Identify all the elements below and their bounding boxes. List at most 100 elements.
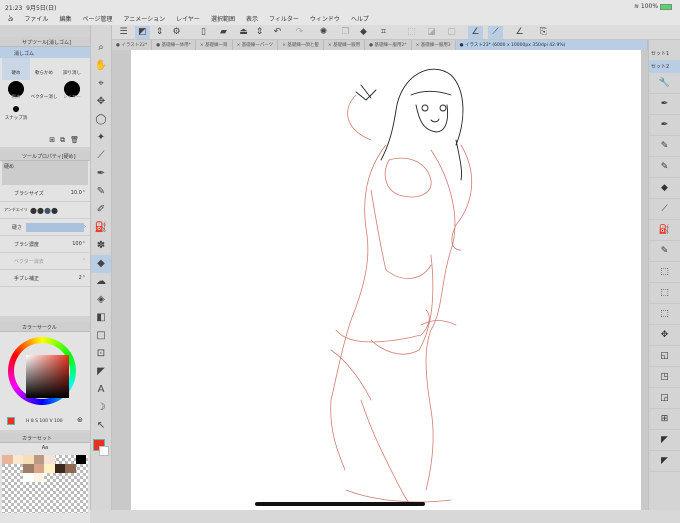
subtool-snap[interactable]: スナップ消	[2, 102, 30, 124]
hardness-row[interactable]: 硬さ ›	[0, 219, 90, 236]
subtool-hard[interactable]: 硬め	[2, 58, 30, 80]
brush-size-row[interactable]: ブラシサイズ 10.0 ⌃	[0, 185, 90, 202]
airbrush-tool-icon[interactable]: ⛽	[91, 219, 111, 237]
rect-select3-icon[interactable]: ⬚	[649, 304, 680, 325]
dropper-icon[interactable]: ⟋	[649, 199, 680, 220]
tab-face-hair[interactable]: × 基礎練一顔と髪	[278, 40, 324, 50]
stabilization-value[interactable]: 2	[79, 275, 82, 281]
magic-wand-icon[interactable]: ✦	[91, 129, 111, 147]
eraser-tool-icon[interactable]: ◆	[91, 255, 111, 273]
stroke-pen-icon[interactable]: ⟋	[488, 26, 503, 39]
copy-icon[interactable]: ❐	[338, 26, 353, 39]
fill-bucket-icon[interactable]: ◆	[649, 178, 680, 199]
tab-clothes3[interactable]: × 基礎練一服用3	[412, 40, 456, 50]
sub-color-chip[interactable]	[99, 446, 109, 456]
zoom-tool-icon[interactable]: ⌕	[91, 39, 111, 57]
tab-parts[interactable]: × 基礎練一パーツ	[233, 40, 279, 50]
right-set2-tab[interactable]: セット2	[649, 60, 680, 73]
menu-help[interactable]: ヘルプ	[351, 14, 369, 23]
airbrush-icon[interactable]: ⛽	[649, 220, 680, 241]
color-settings-icon[interactable]: ⊛	[77, 416, 83, 424]
ruler-icon[interactable]: ◤	[649, 430, 680, 451]
redo-icon[interactable]: ↷	[292, 26, 307, 39]
menu-filter[interactable]: フィルター	[269, 14, 299, 23]
value-value[interactable]: 100	[54, 419, 63, 424]
menu-animation[interactable]: アニメーション	[123, 14, 165, 23]
figure-tool-icon[interactable]: □	[91, 327, 111, 345]
pen2-icon[interactable]: ✒	[649, 115, 680, 136]
subtool-actions[interactable]: ⊞⧉🗑	[49, 136, 84, 145]
wrench-icon[interactable]: 🔧	[649, 73, 680, 94]
subtool-vector[interactable]: ベクター消し	[30, 80, 58, 102]
hand-tool-icon[interactable]: ✋	[91, 57, 111, 75]
mesh-icon[interactable]: ⊞	[649, 409, 680, 430]
hamburger-icon[interactable]: ☰	[116, 26, 131, 39]
deselect-icon[interactable]: ⬚	[404, 26, 419, 39]
lasso-tool-icon[interactable]: ◯	[91, 111, 111, 129]
export-icon[interactable]: ⎘	[536, 26, 551, 39]
tab-eyes[interactable]: × 基礎練一目	[196, 40, 233, 50]
canvas-area[interactable]	[112, 50, 648, 510]
subtool-group[interactable]: 消しゴム	[0, 47, 90, 58]
fill-icon[interactable]: ◆	[356, 26, 371, 39]
pen1-icon[interactable]: ✒	[649, 94, 680, 115]
rect-select-icon[interactable]: ⬚	[649, 262, 680, 283]
ruler-pen-icon[interactable]: ∠	[468, 26, 483, 39]
frame-tool-icon[interactable]: ⊡	[91, 345, 111, 363]
rect-select2-icon[interactable]: ⬚	[649, 283, 680, 304]
menu-layer[interactable]: レイヤー	[176, 14, 200, 23]
density-row[interactable]: ブラシ濃度 100 ⌃	[0, 236, 90, 253]
pen4-icon[interactable]: ✎	[649, 157, 680, 178]
undo-icon[interactable]: ↶	[270, 26, 285, 39]
menu-file[interactable]: ファイル	[24, 14, 48, 23]
blend-tool-icon[interactable]: ☁	[91, 273, 111, 291]
vector-erase-row[interactable]: ベクター消去 ⌃	[0, 253, 90, 270]
subtool-rough[interactable]: 粗め	[2, 80, 30, 102]
subtool-layer[interactable]: レイヤー	[58, 80, 86, 102]
pen3-icon[interactable]: ✎	[649, 136, 680, 157]
new-file-icon[interactable]: ▯	[196, 26, 211, 39]
home-indicator[interactable]	[255, 502, 425, 506]
density-value[interactable]: 100	[72, 241, 82, 247]
fill-tool-icon[interactable]: ◈	[91, 291, 111, 309]
invert-selection-icon[interactable]: ◪	[424, 26, 439, 39]
saturation-value[interactable]: 100	[39, 419, 48, 424]
ruler2-icon[interactable]: ◤	[649, 451, 680, 472]
crop-icon[interactable]: ⌗	[376, 26, 391, 39]
gradient-tool-icon[interactable]: ◧	[91, 309, 111, 327]
selection-icon[interactable]: ▢	[444, 26, 459, 39]
balloon-tool-icon[interactable]: ☽	[91, 399, 111, 417]
tab-clothes2[interactable]: ● 基礎練一服用2*	[365, 40, 412, 50]
menu-view[interactable]: 表示	[246, 14, 258, 23]
save-icon[interactable]: ⏏	[236, 26, 251, 39]
pen5-icon[interactable]: ✎	[649, 241, 680, 262]
loading-icon[interactable]: ✺	[316, 26, 331, 39]
menu-window[interactable]: ウィンドウ	[310, 14, 340, 23]
menu-edit[interactable]: 編集	[59, 14, 71, 23]
stabilization-row[interactable]: 手ブレ補正 2 ⌃	[0, 270, 90, 287]
eyedropper-icon[interactable]: ⟋	[91, 147, 111, 165]
colorset-select[interactable]: Aa	[0, 443, 90, 453]
tab-body[interactable]: ● 基礎練一体用*	[152, 40, 196, 50]
tab-clothes[interactable]: × 基礎練一服用	[324, 40, 366, 50]
transform3-icon[interactable]: ◲	[649, 388, 680, 409]
subtool-soft[interactable]: 軟らかめ	[30, 58, 58, 80]
transform-icon[interactable]: ◱	[649, 346, 680, 367]
canvas-paper[interactable]	[131, 50, 641, 510]
main-color-swatch[interactable]	[7, 417, 15, 425]
text-tool-icon[interactable]: A	[91, 381, 111, 399]
object-tool-icon[interactable]: ↖	[91, 417, 111, 435]
app-logo-icon[interactable]: ঌ	[8, 11, 13, 26]
open-folder-icon[interactable]: ▰	[216, 26, 231, 39]
menu-selection[interactable]: 選択範囲	[211, 14, 235, 23]
right-set1-tab[interactable]: セット1	[649, 40, 680, 60]
tab-illust22[interactable]: ● イラスト22*	[112, 40, 153, 50]
operation-tool-icon[interactable]: ⌖	[91, 75, 111, 93]
transform2-icon[interactable]: ◳	[649, 367, 680, 388]
tab-illust23[interactable]: ● イラスト23* (6000 x 10000px 350dpi 42.9%)	[455, 40, 648, 50]
brush-tool-icon[interactable]: ✐	[91, 201, 111, 219]
pencil-tool-icon[interactable]: ✎	[91, 183, 111, 201]
hue-value[interactable]: 8	[31, 419, 34, 424]
subtool-kneaded[interactable]: 諦り消し	[58, 58, 86, 80]
simple-mode-icon[interactable]: ◩	[135, 26, 150, 39]
